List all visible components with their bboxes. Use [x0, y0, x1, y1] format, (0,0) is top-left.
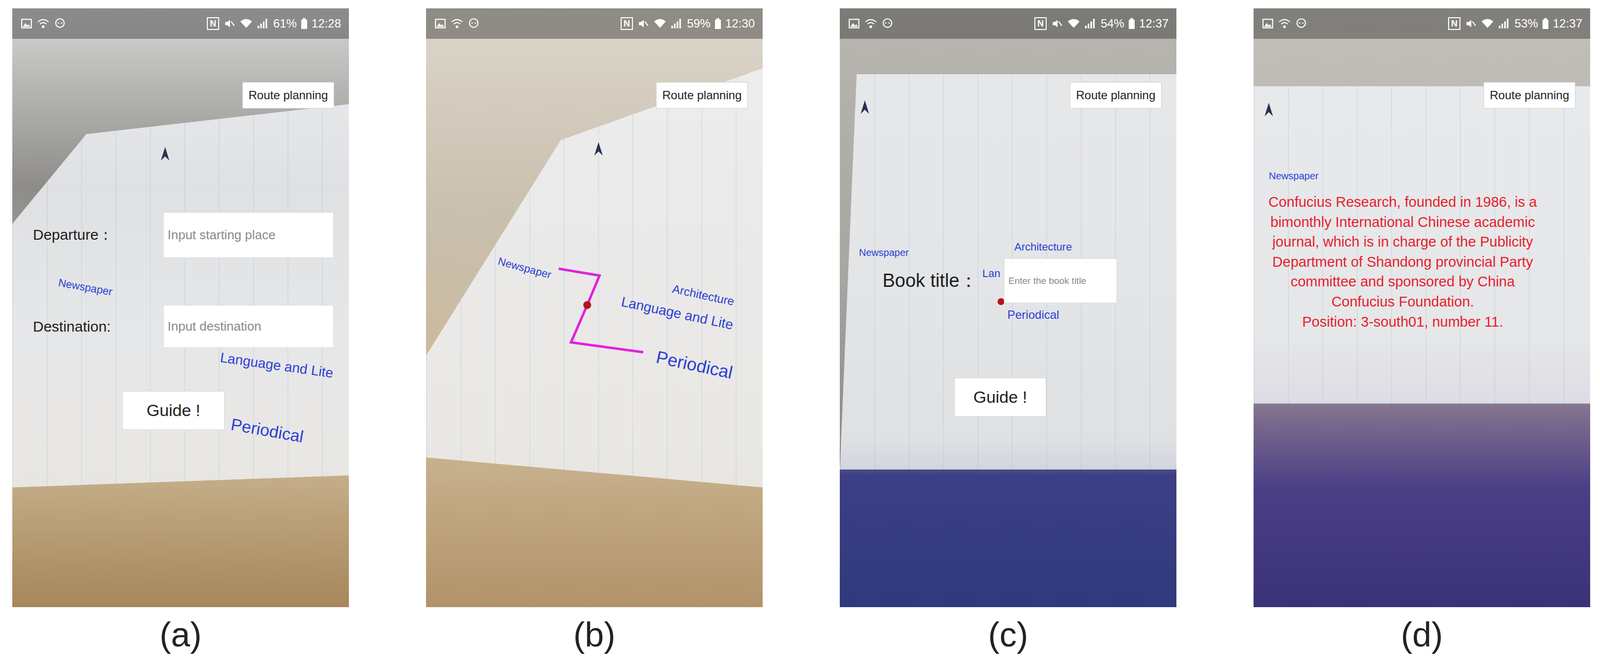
text-input[interactable] [163, 305, 334, 348]
mute-icon [223, 17, 236, 30]
figure-column: N61%12:28Route planningNewspaperLanguage… [12, 8, 349, 672]
wifi-notice-icon [450, 17, 464, 30]
form-field: Departure： [32, 212, 334, 258]
north-arrow-icon [1263, 101, 1275, 118]
nfc-indicator: N [1034, 17, 1047, 30]
image-icon [1261, 17, 1275, 30]
notification-icons [20, 17, 67, 30]
battery-icon [714, 17, 722, 30]
chat-icon [1294, 17, 1308, 30]
clock: 12:37 [1552, 16, 1583, 31]
battery-percent: 54% [1100, 16, 1125, 31]
notification-icons [847, 17, 894, 30]
chat-icon [53, 17, 67, 30]
wifi-icon [1067, 17, 1081, 30]
book-info-text: Confucius Research, founded in 1986, is … [1261, 192, 1544, 332]
panel-caption: (a) [159, 616, 202, 655]
status-bar: N 61% 12:28 [12, 8, 349, 39]
wifi-notice-icon [1278, 17, 1291, 30]
battery-icon [1128, 17, 1136, 30]
signal-icon [1084, 17, 1097, 30]
north-arrow-icon [593, 141, 604, 157]
figure-column: N59%12:30Route planningNewspaperArchitec… [426, 8, 763, 672]
system-indicators: N 53% 12:37 [1448, 16, 1583, 31]
notification-icons [1261, 17, 1308, 30]
field-label: Departure： [32, 225, 114, 246]
info-paragraph: Confucius Research, founded in 1986, is … [1261, 192, 1544, 313]
position-marker-icon [997, 298, 1005, 306]
map-area-label: Periodical [1007, 308, 1059, 322]
clock: 12:30 [725, 16, 755, 31]
nfc-indicator: N [206, 17, 220, 30]
figure-column: N 53% 12:37 Route planning Newspaper Confuciu… [1253, 8, 1591, 672]
image-icon [433, 17, 447, 30]
route-planning-button[interactable]: Route planning [656, 82, 748, 109]
status-bar: N 54% 12:37 [839, 8, 1177, 39]
chat-icon [881, 17, 894, 30]
panel-caption: (c) [988, 616, 1029, 655]
info-paragraph: Position: 3-south01, number 11. [1261, 312, 1544, 333]
form-field: Book title： [882, 258, 1117, 304]
mute-icon [636, 17, 650, 30]
image-icon [20, 17, 33, 30]
mute-icon [1464, 17, 1478, 30]
signal-icon [670, 17, 684, 30]
notification-icons [433, 17, 481, 30]
phone-screen: N 53% 12:37 Route planning Newspaper Confuciu… [1253, 8, 1591, 608]
clock: 12:37 [1139, 16, 1169, 31]
battery-icon [1542, 17, 1549, 30]
phone-screen: N61%12:28Route planningNewspaperLanguage… [12, 8, 349, 608]
figure-column: N 54% 12:37 Route planning Newspaper Architec… [839, 8, 1177, 672]
text-input[interactable] [1003, 258, 1117, 304]
map-area-label: Newspaper [1268, 170, 1319, 182]
status-bar: N 53% 12:37 [1253, 8, 1591, 39]
battery-percent: 53% [1514, 16, 1539, 31]
phone-screen: N59%12:30Route planningNewspaperArchitec… [426, 8, 763, 608]
route-path [426, 8, 763, 608]
text-input[interactable] [163, 212, 334, 258]
panel-caption: (d) [1400, 616, 1444, 655]
field-label: Destination: [32, 318, 111, 336]
system-indicators: N 59% 12:30 [620, 16, 755, 31]
guide-button[interactable]: Guide ! [122, 391, 225, 430]
wifi-icon [653, 17, 667, 30]
north-arrow-icon [859, 99, 871, 115]
route-planning-button[interactable]: Route planning [1483, 82, 1576, 109]
form-field: Destination: [32, 305, 334, 348]
clock: 12:28 [311, 16, 342, 31]
battery-icon [300, 17, 308, 30]
nfc-indicator: N [1448, 17, 1461, 30]
battery-percent: 59% [686, 16, 711, 31]
position-marker-icon [583, 301, 592, 310]
wifi-icon [239, 17, 253, 30]
wifi-notice-icon [864, 17, 878, 30]
system-indicators: N 61% 12:28 [206, 16, 342, 31]
signal-icon [256, 17, 270, 30]
wifi-notice-icon [36, 17, 50, 30]
image-icon [847, 17, 861, 30]
signal-icon [1497, 17, 1511, 30]
phone-screen: N 54% 12:37 Route planning Newspaper Architec… [839, 8, 1177, 608]
map-area-label: Architecture [1014, 241, 1072, 254]
wifi-icon [1481, 17, 1494, 30]
guide-button[interactable]: Guide ! [954, 377, 1047, 417]
status-bar: N 59% 12:30 [426, 8, 763, 39]
north-arrow-icon [159, 145, 171, 162]
panel-caption: (b) [573, 616, 616, 655]
mute-icon [1050, 17, 1064, 30]
figure: N61%12:28Route planningNewspaperLanguage… [0, 0, 1600, 672]
nfc-indicator: N [620, 17, 633, 30]
route-planning-button[interactable]: Route planning [242, 82, 335, 109]
map-area-label: Newspaper [858, 247, 909, 258]
battery-percent: 61% [273, 16, 297, 31]
route-planning-button[interactable]: Route planning [1069, 82, 1162, 109]
field-label: Book title： [882, 268, 978, 294]
chat-icon [467, 17, 481, 30]
map-area-label: Lan [982, 267, 1001, 280]
system-indicators: N 54% 12:37 [1034, 16, 1169, 31]
